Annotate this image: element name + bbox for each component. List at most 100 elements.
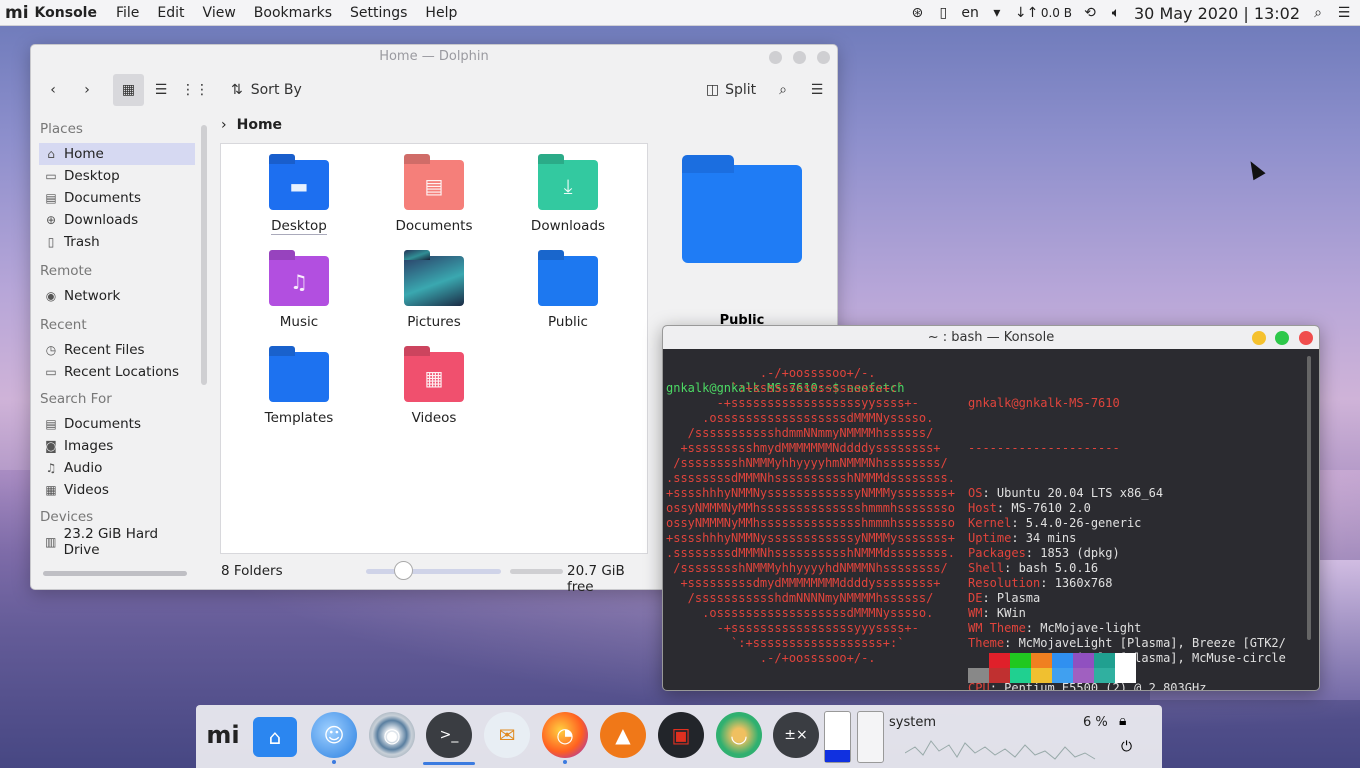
color-swatch (1073, 668, 1094, 683)
zoom-slider-handle[interactable] (394, 561, 413, 580)
search-icon[interactable]: ⌕ (1310, 5, 1326, 21)
info-key: WM (968, 606, 983, 620)
maximize-button[interactable] (1275, 331, 1289, 345)
search-audio[interactable]: ♫ Audio (39, 457, 195, 479)
active-indicator (423, 762, 475, 765)
dolphin-titlebar[interactable]: Home — Dolphin (31, 45, 837, 69)
menu-help[interactable]: Help (425, 5, 457, 21)
documents-folder-icon: ▤ (404, 160, 464, 210)
menu-view[interactable]: View (203, 5, 236, 21)
info-line: Packages: 1853 (dpkg) (968, 546, 1308, 561)
color-swatch (1073, 653, 1094, 668)
color-swatch (1115, 668, 1136, 683)
swap-meter[interactable] (857, 711, 884, 763)
free-space: 20.7 GiB free (567, 563, 625, 595)
file-item-documents[interactable]: ▤ Documents (374, 160, 494, 234)
lock-icon[interactable]: 🔒︎ (1119, 713, 1126, 729)
power-icon[interactable]: ⏻ (1121, 739, 1132, 755)
search-videos[interactable]: ▦ Videos (39, 479, 195, 501)
split-button[interactable]: ◫ Split (705, 74, 757, 106)
close-button[interactable] (1299, 331, 1313, 345)
place-network[interactable]: ◉ Network (39, 285, 195, 307)
konsole-title: ~ : bash — Konsole (927, 330, 1055, 345)
active-app-name[interactable]: Konsole (35, 5, 97, 21)
firefox-icon[interactable]: ◔ (542, 712, 588, 758)
place-desktop[interactable]: ▭ Desktop (39, 165, 195, 187)
mi-logo[interactable]: mi (5, 3, 29, 23)
clock[interactable]: 30 May 2020 | 13:02 (1134, 4, 1300, 23)
sync-icon[interactable]: ⟲ (1082, 5, 1098, 21)
menu-settings[interactable]: Settings (350, 5, 407, 21)
file-item-music[interactable]: ♫ Music (239, 256, 359, 330)
zoom-slider[interactable] (366, 569, 501, 574)
device-hard-drive[interactable]: ▥ 23.2 GiB Hard Drive (39, 526, 195, 558)
calculator-icon[interactable]: ±× (773, 712, 819, 758)
hard-drive-icon: ▥ (45, 535, 57, 549)
maximize-button[interactable] (793, 51, 806, 64)
info-value: : McMojaveLight [Plasma], Breeze [GTK2/ (1004, 636, 1286, 650)
logo-line: .ossssssssssssssssssdMMMNysssso. (666, 411, 934, 425)
minimize-button[interactable] (1252, 331, 1266, 345)
konsole-titlebar[interactable]: ~ : bash — Konsole (663, 326, 1319, 349)
file-item-pictures[interactable]: Pictures (374, 256, 494, 330)
hamburger-menu-icon[interactable]: ☰ (805, 74, 829, 106)
mi-logo-icon[interactable]: mi (200, 712, 246, 758)
close-button[interactable] (817, 51, 830, 64)
clock-icon: ◷ (45, 343, 57, 357)
place-downloads[interactable]: ⊕ Downloads (39, 209, 195, 231)
details-view-icon[interactable]: ☰ (147, 74, 175, 106)
info-key: Resolution (968, 576, 1041, 590)
file-item-desktop[interactable]: ▬ Desktop (239, 160, 359, 235)
menu-edit[interactable]: Edit (157, 5, 184, 21)
menu-bookmarks[interactable]: Bookmarks (254, 5, 332, 21)
files-icon[interactable]: ⌂ (253, 717, 297, 757)
mail-icon[interactable]: ✉ (484, 712, 530, 758)
vlc-icon[interactable]: ▲ (600, 712, 646, 758)
chevron-down-icon[interactable]: ▾ (989, 5, 1005, 21)
terminal-scrollbar[interactable] (1307, 356, 1311, 640)
file-item-downloads[interactable]: ⤓ Downloads (508, 160, 628, 234)
forward-icon[interactable]: › (75, 74, 99, 106)
search-documents[interactable]: ▤ Documents (39, 413, 195, 435)
place-trash[interactable]: ▯ Trash (39, 231, 195, 253)
menu-icon[interactable]: ☰ (1336, 5, 1352, 21)
info-value: : 1853 (dpkg) (1025, 546, 1120, 560)
places-hscrollbar[interactable] (43, 571, 187, 576)
place-recent-locations[interactable]: ▭ Recent Locations (39, 361, 195, 383)
system-monitor[interactable]: system 6 % 🔒︎ ⏻ (885, 713, 1145, 763)
back-icon[interactable]: ‹ (41, 74, 65, 106)
compact-view-icon[interactable]: ⋮⋮ (181, 74, 209, 106)
place-recent-files[interactable]: ◷ Recent Files (39, 339, 195, 361)
search-icon[interactable]: ⌕ (771, 74, 795, 106)
search-images[interactable]: ◙ Images (39, 435, 195, 457)
place-home[interactable]: ⌂ Home (39, 143, 195, 165)
sort-by-button[interactable]: ⇅ Sort By (231, 74, 303, 106)
browser-icon[interactable]: ◡ (716, 712, 762, 758)
recent-heading: Recent (40, 317, 87, 333)
file-item-templates[interactable]: Templates (239, 352, 359, 426)
volume-icon[interactable]: 🔈︎ (1108, 5, 1124, 21)
icons-view-icon[interactable]: ▦ (113, 74, 144, 106)
minimize-button[interactable] (769, 51, 782, 64)
terminal-output[interactable]: gnkalk@gnkalk-MS-7610:~$ neofetch .-/+oo… (666, 351, 1308, 690)
update-icon[interactable]: ⊛ (909, 5, 925, 21)
breadcrumb-home[interactable]: Home (237, 117, 282, 133)
file-item-videos[interactable]: ▦ Videos (374, 352, 494, 426)
file-item-public[interactable]: Public (508, 256, 628, 330)
file-view[interactable]: ▬ Desktop ▤ Documents ⤓ Downloads ♫ Musi… (220, 143, 648, 554)
breadcrumb[interactable]: › Home (221, 115, 282, 135)
places-scrollbar[interactable] (201, 125, 207, 385)
color-swatch (1094, 668, 1115, 683)
keyboard-layout[interactable]: en (961, 5, 979, 21)
place-documents[interactable]: ▤ Documents (39, 187, 195, 209)
terminal-icon[interactable]: >_ (426, 712, 472, 758)
menu-file[interactable]: File (116, 5, 139, 21)
office-icon[interactable]: ▣ (658, 712, 704, 758)
clipboard-icon[interactable]: ▯ (935, 5, 951, 21)
settings-icon[interactable]: ◉ (369, 712, 415, 758)
network-arrows-icon[interactable]: ↓↑ (1015, 5, 1038, 21)
memory-meter[interactable] (824, 711, 851, 763)
logo-line: .ssssssssdMMMNhsssssssssshNMMMdssssssss. (666, 546, 955, 560)
finder-icon[interactable]: ☺ (311, 712, 357, 758)
logo-line: +sssssssssdmydMMMMMMMMddddyssssssss+ (666, 576, 941, 590)
